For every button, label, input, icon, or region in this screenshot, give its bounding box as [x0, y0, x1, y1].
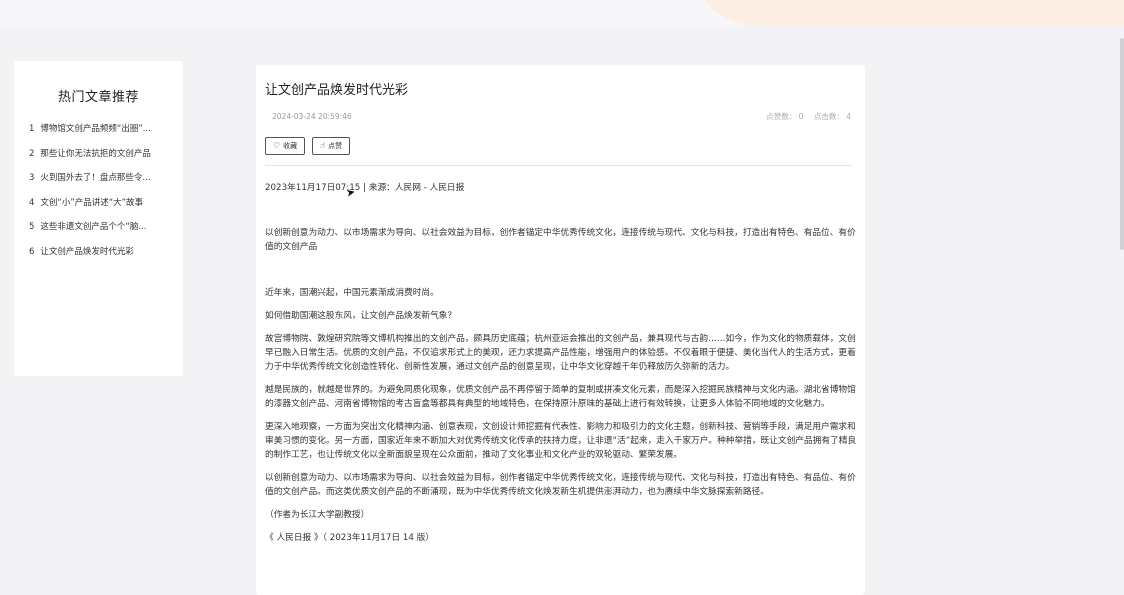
body-paragraph: 更深入地观察，一方面为突出文化精神内涵、创意表现，文创设计师挖掘有代表性、影响力… — [265, 422, 857, 460]
sidebar-item-4[interactable]: 4 文创“小”产品讲述“大”故事 — [29, 196, 169, 221]
sidebar-item-2[interactable]: 2 那些让你无法抗拒的文创产品 — [29, 147, 169, 172]
like-label: 点赞 — [328, 142, 343, 150]
item-label: 火到国外去了！盘点那些令... — [40, 173, 151, 183]
item-label: 博物馆文创产品频频“出圈”... — [40, 124, 151, 134]
item-number: 6 — [29, 246, 35, 257]
item-label: 这些非遗文创产品个个“脑... — [40, 222, 147, 232]
author-note: （作者为长江大学副教授） — [265, 510, 370, 520]
body-paragraph: 近年来，国潮兴起，中国元素渐成消费时尚。 — [265, 288, 439, 298]
top-header-band — [0, 0, 1124, 25]
collect-label: 收藏 — [283, 142, 298, 150]
item-label: 让文创产品焕发时代光彩 — [40, 246, 134, 257]
heart-icon: ♡ — [273, 141, 281, 150]
sidebar-title: 热门文章推荐 — [57, 90, 139, 105]
sidebar-item-6[interactable]: 6 让文创产品焕发时代光彩 — [29, 245, 169, 270]
publication-credit: 《 人民日报 》（ 2023年11月17日 14 版） — [265, 533, 434, 543]
scrollbar-thumb[interactable] — [1120, 38, 1124, 250]
sidebar-item-5[interactable]: 5 这些非遗文创产品个个“脑... — [29, 220, 169, 245]
hot-articles-list: 1 博物馆文创产品频频“出圈”... 2 那些让你无法抗拒的文创产品 3 火到国外去了… — [29, 122, 169, 269]
publish-datetime: 2024-03-24 20:59:46 — [272, 112, 352, 121]
like-count: 点赞数： 0 — [766, 112, 804, 121]
lead-paragraph: 以创新创意为动力、以市场需求为导向、以社会效益为目标，创作者锚定中华优秀传统文化… — [265, 228, 856, 252]
item-number: 4 — [29, 197, 35, 208]
hot-articles-sidebar: 热门文章推荐 1 博物馆文创产品频频“出圈”... 2 那些让你无法抗拒的文创产品 … — [14, 61, 183, 376]
article-body: 2023年11月17日07:15 | 来源：人民网 - 人民日报 以创新创意为动… — [265, 181, 858, 554]
item-number: 1 — [29, 124, 35, 134]
article-title: 让文创产品焕发时代光彩 — [265, 83, 409, 98]
item-label: 那些让你无法抗拒的文创产品 — [40, 148, 151, 159]
item-label: 文创“小”产品讲述“大”故事 — [40, 197, 144, 208]
sidebar-item-3[interactable]: 3 火到国外去了！盘点那些令... — [29, 171, 169, 196]
body-paragraph: 越是民族的，就越是世界的。为避免同质化现象，优质文创产品不再停留于简单的复制或拼… — [265, 385, 856, 409]
header-accent-shape — [690, 0, 1124, 25]
view-count: 点击数： 4 — [813, 112, 851, 121]
body-paragraph: 如何借助国潮这股东风，让文创产品焕发新气象？ — [265, 311, 457, 321]
article-card: 让文创产品焕发时代光彩 2024-03-24 20:59:46 点赞数： 0 点… — [256, 65, 865, 595]
item-number: 2 — [29, 148, 35, 159]
collect-button[interactable]: ♡ 收藏 — [265, 137, 306, 155]
like-button[interactable]: ☝ 点赞 — [312, 137, 351, 155]
thumbs-up-icon: ☝ — [320, 141, 326, 150]
article-stats: 点赞数： 0 点击数： 4 — [758, 111, 851, 122]
body-paragraph: 故宫博物院、敦煌研究院等文博机构推出的文创产品，颇具历史底蕴；杭州亚运会推出的文… — [265, 334, 856, 372]
header-divider — [265, 165, 852, 166]
item-number: 3 — [29, 173, 35, 183]
body-paragraph: 以创新创意为动力、以市场需求为导向、以社会效益为目标，创作者锚定中华优秀传统文化… — [265, 473, 856, 497]
sidebar-item-1[interactable]: 1 博物馆文创产品频频“出圈”... — [29, 122, 169, 147]
item-number: 5 — [29, 222, 35, 232]
article-actions: ♡ 收藏 ☝ 点赞 — [265, 133, 352, 155]
